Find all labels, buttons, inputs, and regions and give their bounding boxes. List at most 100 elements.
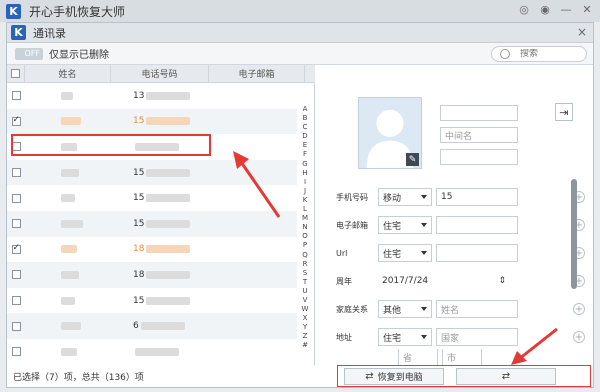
middle-name-field[interactable]: 中间名	[440, 127, 518, 143]
export-contact-icon[interactable]: ⇥	[555, 103, 573, 121]
alphabet-index-letter[interactable]: S	[303, 269, 307, 278]
table-row[interactable]: 13	[7, 83, 297, 109]
close-icon[interactable]: ✕	[580, 3, 594, 17]
row-checkbox-cell[interactable]	[7, 321, 25, 331]
alphabet-index-letter[interactable]: U	[302, 287, 307, 296]
column-email[interactable]: 电子邮箱	[209, 65, 305, 82]
row-checkbox[interactable]	[11, 321, 21, 331]
table-row[interactable]: 15	[7, 288, 297, 314]
city-input[interactable]: 市	[442, 349, 482, 365]
alphabet-index-letter[interactable]: F	[303, 150, 307, 159]
alphabet-index-letter[interactable]: #	[302, 341, 308, 350]
table-row[interactable]	[7, 339, 297, 365]
country-input[interactable]: 国家	[436, 328, 518, 346]
alphabet-index-letter[interactable]: Z	[303, 332, 308, 341]
alphabet-index-letter[interactable]: B	[303, 114, 308, 123]
row-checkbox-cell[interactable]	[7, 168, 25, 178]
row-checkbox[interactable]	[11, 296, 21, 306]
select-all-cell[interactable]	[7, 65, 25, 82]
alphabet-index-letter[interactable]: X	[303, 314, 308, 323]
table-row[interactable]: 15	[7, 185, 297, 211]
table-row[interactable]: 18	[7, 237, 297, 263]
message-icon[interactable]: ◉	[538, 3, 552, 17]
alphabet-index-letter[interactable]: C	[303, 123, 308, 132]
restore-to-phone-button[interactable]: ⇄	[456, 368, 556, 385]
table-row[interactable]: 6	[7, 313, 297, 339]
alphabet-index-letter[interactable]: W	[302, 305, 309, 314]
row-checkbox-cell[interactable]	[7, 115, 25, 126]
contacts-close-icon[interactable]: ×	[577, 25, 587, 39]
alphabet-index-letter[interactable]: D	[302, 132, 307, 141]
column-name[interactable]: 姓名	[25, 65, 111, 82]
row-checkbox-cell[interactable]	[7, 219, 25, 229]
first-name-field[interactable]	[440, 105, 518, 121]
row-checkbox[interactable]	[11, 115, 21, 126]
row-checkbox[interactable]	[11, 193, 21, 203]
row-checkbox[interactable]	[11, 243, 21, 254]
add-family-icon[interactable]: +	[573, 303, 585, 315]
alphabet-index-letter[interactable]: N	[302, 223, 307, 232]
alphabet-index-letter[interactable]: J	[304, 187, 306, 196]
phone-type-select[interactable]: 移动	[378, 188, 432, 206]
row-checkbox[interactable]	[11, 270, 21, 280]
wechat-icon[interactable]: ◎	[517, 3, 531, 17]
phone-input[interactable]: 15	[436, 188, 518, 206]
row-checkbox-cell[interactable]	[7, 91, 25, 101]
row-checkbox-cell[interactable]	[7, 193, 25, 203]
phone-redacted	[146, 168, 191, 177]
search-input[interactable]	[520, 49, 580, 59]
row-checkbox[interactable]	[11, 219, 21, 229]
deleted-only-toggle[interactable]: OFF	[15, 47, 43, 60]
row-checkbox[interactable]	[11, 347, 21, 357]
alphabet-index-letter[interactable]: A	[303, 105, 308, 114]
family-name-input[interactable]: 姓名	[436, 300, 518, 318]
spinner-icon[interactable]: ⇕	[498, 276, 506, 286]
row-checkbox-cell[interactable]	[7, 243, 25, 254]
select-all-checkbox[interactable]	[11, 69, 20, 78]
column-phone[interactable]: 电话号码	[111, 65, 209, 82]
email-type-select[interactable]: 住宅	[378, 216, 432, 234]
alphabet-index-letter[interactable]: K	[303, 196, 308, 205]
minimize-icon[interactable]: —	[559, 3, 573, 17]
table-row[interactable]: 18	[7, 262, 297, 288]
last-name-field[interactable]	[440, 149, 518, 165]
alphabet-index-letter[interactable]: L	[303, 205, 307, 214]
alphabet-index-letter[interactable]: R	[303, 260, 308, 269]
alphabet-index-letter[interactable]: P	[303, 241, 307, 250]
alphabet-index-letter[interactable]: Q	[302, 251, 308, 260]
alphabet-index-letter[interactable]: H	[302, 169, 307, 178]
row-checkbox[interactable]	[11, 91, 21, 101]
address-type-select[interactable]: 住宅	[378, 328, 432, 346]
search-box[interactable]	[491, 46, 587, 62]
row-phone: 6	[111, 321, 209, 331]
province-input[interactable]: 省	[398, 349, 438, 365]
detail-scrollbar[interactable]	[571, 179, 577, 289]
alphabet-index-letter[interactable]: V	[303, 296, 308, 305]
alphabet-index-letter[interactable]: O	[302, 232, 308, 241]
email-row: 电子邮箱 住宅	[336, 215, 576, 235]
table-row[interactable]: 15	[7, 159, 297, 186]
table-row[interactable]: 15	[7, 108, 297, 135]
row-phone: 18	[111, 244, 209, 254]
row-checkbox-cell[interactable]	[7, 270, 25, 280]
alphabet-index-letter[interactable]: E	[303, 141, 307, 150]
add-address-icon[interactable]: +	[573, 331, 585, 343]
alphabet-index-letter[interactable]: M	[302, 214, 308, 223]
address-label: 地址	[336, 332, 352, 342]
url-input[interactable]	[436, 244, 518, 262]
family-type-select[interactable]: 其他	[378, 300, 432, 318]
email-input[interactable]	[436, 216, 518, 234]
url-type-select[interactable]: 住宅	[378, 244, 432, 262]
alphabet-index-letter[interactable]: I	[304, 178, 306, 187]
anniversary-date-input[interactable]: 2017/7/24 ⇕	[378, 272, 510, 290]
restore-to-pc-button[interactable]: ⇄ 恢复到电脑	[344, 368, 444, 385]
app-window: K 开心手机恢复大师 ◎ ◉ — ✕ K 通讯录 × OFF 仅显示已删除 姓名	[0, 0, 600, 392]
row-checkbox-cell[interactable]	[7, 296, 25, 306]
table-row[interactable]: 15	[7, 210, 297, 237]
alphabet-index-letter[interactable]: Y	[303, 323, 307, 332]
row-checkbox-cell[interactable]	[7, 347, 25, 357]
edit-avatar-icon[interactable]: ✎	[406, 153, 419, 166]
alphabet-index-letter[interactable]: G	[302, 160, 307, 169]
row-checkbox[interactable]	[11, 168, 21, 178]
alphabet-index-letter[interactable]: T	[303, 278, 307, 287]
